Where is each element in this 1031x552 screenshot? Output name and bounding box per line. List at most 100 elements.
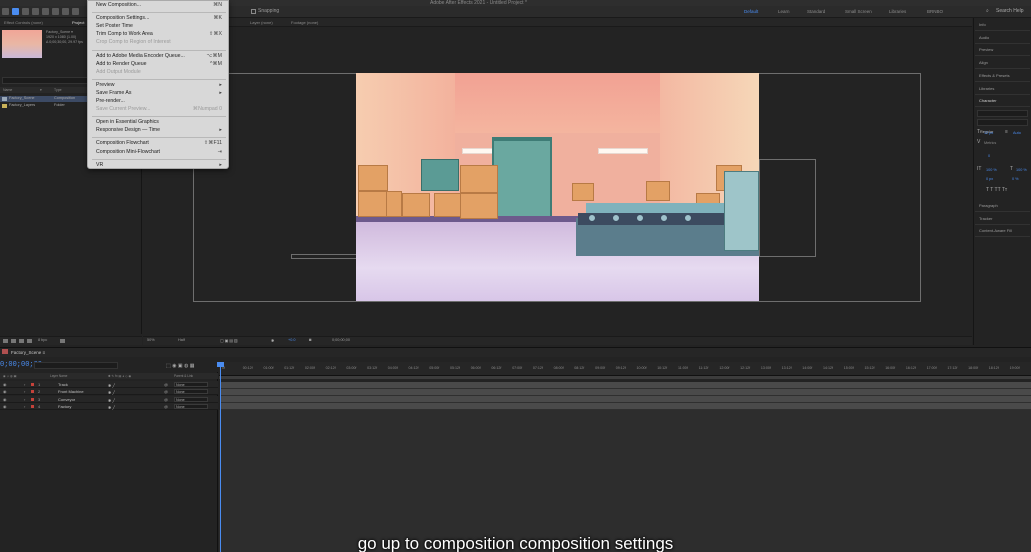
column-layer-name[interactable]: Layer Name xyxy=(50,374,67,378)
selection-tool-icon[interactable] xyxy=(12,8,19,15)
parent-dropdown[interactable]: None xyxy=(174,389,208,395)
font-family-dropdown[interactable]: Noto Sans Canadi... xyxy=(977,110,1028,125)
layer-switches-icon[interactable]: ✱ ╱ xyxy=(108,404,115,411)
layer-label-color[interactable] xyxy=(31,390,34,394)
expand-arrow-icon[interactable]: › xyxy=(24,381,25,388)
panel-preview[interactable]: Preview xyxy=(979,47,993,52)
pan-tool-icon[interactable] xyxy=(52,8,59,15)
parent-pickwhip-icon[interactable]: @ xyxy=(164,388,168,395)
column-parent-link[interactable]: Parent & Link xyxy=(174,374,193,378)
panel-effects-presets[interactable]: Effects & Presets xyxy=(979,73,1010,78)
layer-duration-bar[interactable] xyxy=(221,396,1031,404)
playhead-line[interactable] xyxy=(220,362,221,552)
font-size-value[interactable]: 12 px xyxy=(984,131,993,135)
workspace-brnbo[interactable]: BRNBO xyxy=(927,9,943,14)
search-icon[interactable]: ⌕ xyxy=(986,8,989,14)
menu-item-composition-mini-flowchart[interactable]: Composition Mini-Flowchart ⇥ xyxy=(96,149,224,156)
tracking-value[interactable]: 0 xyxy=(988,154,990,158)
menu-item-open-in-essential-graphics[interactable]: Open in Essential Graphics xyxy=(96,119,224,126)
home-icon[interactable] xyxy=(2,8,9,15)
viewer-timecode[interactable]: 0;00;00;00 xyxy=(332,338,350,342)
layer-row-front-machine[interactable]: ◉ › 2 Front Machine ✱ ╱ @ None xyxy=(0,388,218,396)
panel-align[interactable]: Align xyxy=(979,60,988,65)
av-features-icon[interactable]: ◉ ♫ ◍ ▣ xyxy=(3,374,17,378)
workspace-libraries[interactable]: Libraries xyxy=(889,9,906,14)
parent-dropdown[interactable]: None xyxy=(174,403,208,409)
menu-item-new-composition[interactable]: New Composition... ⌘N xyxy=(96,2,224,9)
hand-tool-icon[interactable] xyxy=(22,8,29,15)
leading-value[interactable]: Auto xyxy=(1013,131,1021,135)
panel-content-aware-fill[interactable]: Content-Aware Fill xyxy=(979,228,1012,233)
exposure-icon[interactable]: ✱ xyxy=(271,338,274,343)
tab-effect-controls[interactable]: Effect Controls (none) xyxy=(4,20,43,25)
menu-item-vr[interactable]: VR ▸ xyxy=(96,162,224,169)
interpret-footage-icon[interactable] xyxy=(3,339,8,343)
tsume-value[interactable]: 0 % xyxy=(1012,177,1019,181)
menu-item-add-to-adobe-media-encoder-queue[interactable]: Add to Adobe Media Encoder Queue... ⌥⌘M xyxy=(96,53,224,60)
menu-item-set-poster-time[interactable]: Set Poster Time xyxy=(96,23,224,30)
timeline-switches-icon[interactable]: ⬚ ◉ ▣ ◍ ▦ xyxy=(166,363,194,369)
column-type[interactable]: Type xyxy=(54,88,62,92)
panel-paragraph[interactable]: Paragraph xyxy=(979,203,998,208)
visibility-icon[interactable]: ◉ xyxy=(3,388,7,395)
baseline-shift-value[interactable]: 0 px xyxy=(986,177,993,181)
parent-pickwhip-icon[interactable]: @ xyxy=(164,381,168,388)
panel-libraries[interactable]: Libraries xyxy=(979,86,994,91)
menu-item-responsive-design-time[interactable]: Responsive Design — Time ▸ xyxy=(96,127,224,134)
workspace-learn[interactable]: Learn xyxy=(778,9,790,14)
menu-item-add-to-render-queue[interactable]: Add to Render Queue ^⌘M xyxy=(96,61,224,68)
layer-name[interactable]: Conveyor xyxy=(58,396,75,403)
visibility-icon[interactable]: ◉ xyxy=(3,381,7,388)
visibility-icon[interactable]: ◉ xyxy=(3,396,7,403)
layer-duration-bar[interactable] xyxy=(221,388,1031,396)
layer-label-color[interactable] xyxy=(31,404,34,408)
bit-depth-label[interactable]: 8 bpc xyxy=(38,338,47,342)
layer-row-track[interactable]: ◉ › 1 Track ✱ ╱ @ None xyxy=(0,381,218,388)
horizontal-scale-value[interactable]: 100 % xyxy=(1016,168,1027,172)
layer-row-factory[interactable]: ◉ › 4 Factory ✱ ╱ @ None xyxy=(0,402,218,411)
exposure-value[interactable]: +0.0 xyxy=(288,338,296,342)
tab-layer[interactable]: Layer (none) xyxy=(250,20,273,25)
trash-icon[interactable] xyxy=(60,339,65,343)
playhead-handle[interactable] xyxy=(217,362,224,367)
rotate-tool-icon[interactable] xyxy=(62,8,69,15)
tab-project[interactable]: Project xyxy=(72,20,84,25)
timeline-search-input[interactable]: ⌕ xyxy=(34,362,118,377)
menu-item-composition-flowchart[interactable]: Composition Flowchart ⇧⌘F11 xyxy=(96,140,224,147)
expand-arrow-icon[interactable]: › xyxy=(24,396,25,403)
tab-factory-scene[interactable]: Factory_Scene ≡ xyxy=(11,350,45,355)
expand-arrow-icon[interactable]: › xyxy=(24,388,25,395)
panel-info[interactable]: Info xyxy=(979,22,986,27)
parent-pickwhip-icon[interactable]: @ xyxy=(164,403,168,410)
snapping-checkbox[interactable] xyxy=(251,9,256,14)
menu-item-pre-render[interactable]: Pre-render... xyxy=(96,98,224,105)
panel-audio[interactable]: Audio xyxy=(979,35,989,40)
snapshot-icon[interactable]: ◙ xyxy=(309,338,311,342)
project-settings-icon[interactable] xyxy=(27,339,32,343)
resolution-dropdown[interactable]: Half xyxy=(178,338,185,342)
parent-dropdown[interactable]: None xyxy=(174,396,208,402)
close-tab-icon[interactable] xyxy=(2,349,8,354)
timeline-empty-area[interactable] xyxy=(219,410,1031,552)
menu-item-save-frame-as[interactable]: Save Frame As ▸ xyxy=(96,90,224,97)
switches-header-icon[interactable]: ✱ ✎ fx ▤ ◕ ◇ ◉ xyxy=(108,374,131,378)
layer-duration-bar[interactable] xyxy=(221,381,1031,389)
zoom-tool-icon[interactable] xyxy=(32,8,39,15)
menu-item-trim-comp-to-work-area[interactable]: Trim Comp to Work Area ⇧⌘X xyxy=(96,31,224,38)
new-folder-icon[interactable] xyxy=(11,339,16,343)
layer-label-color[interactable] xyxy=(31,383,34,386)
camera-tool-icon[interactable] xyxy=(72,8,79,15)
workspace-default[interactable]: Default xyxy=(744,9,758,14)
column-name[interactable]: Name xyxy=(3,88,12,92)
layer-name[interactable]: Front Machine xyxy=(58,388,84,395)
visibility-icon[interactable]: ◉ xyxy=(3,403,7,410)
parent-dropdown[interactable]: None xyxy=(174,382,208,387)
panel-tracker[interactable]: Tracker xyxy=(979,216,992,221)
kerning-value[interactable]: Metrics xyxy=(984,141,996,145)
layer-name[interactable]: Track xyxy=(58,381,68,388)
composition-canvas[interactable] xyxy=(356,73,759,301)
magnification-dropdown[interactable]: 50% xyxy=(147,338,155,342)
parent-pickwhip-icon[interactable]: @ xyxy=(164,396,168,403)
tab-footage[interactable]: Footage (none) xyxy=(291,20,318,25)
expand-arrow-icon[interactable]: › xyxy=(24,403,25,410)
